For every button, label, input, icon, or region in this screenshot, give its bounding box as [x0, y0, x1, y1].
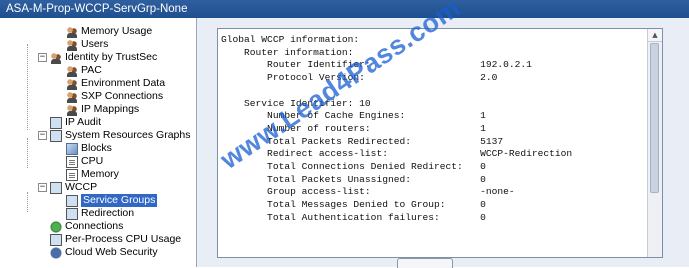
users-icon [50, 51, 62, 64]
users-icon [66, 90, 78, 103]
tree-item-blocks[interactable]: Blocks [66, 142, 112, 155]
tree-item-label: Environment Data [81, 77, 166, 89]
tree-guide-line [27, 138, 28, 168]
tree-item-wccp[interactable]: − WCCP [38, 181, 97, 194]
collapse-toggle[interactable]: − [38, 53, 47, 62]
tree-item-memory-usage[interactable]: Memory Usage [66, 25, 152, 38]
tree-item-label: Cloud Web Security [65, 246, 158, 258]
tree-item-label: Identity by TrustSec [65, 51, 158, 63]
tree-guide-line [27, 192, 28, 212]
connections-icon [50, 220, 62, 233]
blocks-icon [66, 142, 78, 155]
monitor-icon [50, 129, 62, 142]
graph-icon [66, 168, 78, 181]
tree-guide-line [27, 44, 28, 130]
navigation-tree[interactable]: Memory Usage Users − Identity by TrustSe… [0, 18, 197, 267]
tree-item-label: Connections [65, 220, 124, 232]
monitor-icon [50, 233, 62, 246]
tree-item-label: Service Groups [81, 194, 158, 207]
command-output-panel[interactable]: Global WCCP information: Router informat… [217, 28, 663, 258]
collapse-toggle[interactable]: − [38, 131, 47, 140]
scroll-up-icon[interactable]: ▲ [648, 29, 662, 42]
tree-item-label: PAC [81, 64, 102, 76]
tree-item-connections[interactable]: Connections [50, 220, 123, 233]
tree-item-ip-audit[interactable]: IP Audit [50, 116, 101, 129]
tree-item-label: Memory Usage [81, 25, 153, 37]
tree-item-label: Users [81, 38, 109, 50]
tree-item-label: Blocks [81, 142, 112, 154]
cloud-icon [50, 246, 62, 259]
users-icon [66, 38, 78, 51]
tree-item-label: System Resources Graphs [65, 129, 191, 141]
monitor-icon [66, 207, 78, 220]
tree-item-cloud-web-security[interactable]: Cloud Web Security [50, 246, 158, 259]
tree-item-ip-mappings[interactable]: IP Mappings [66, 103, 139, 116]
tree-item-sxp-connections[interactable]: SXP Connections [66, 90, 163, 103]
tree-item-identity-by-trustsec[interactable]: − Identity by TrustSec [38, 51, 157, 64]
monitor-icon [50, 181, 62, 194]
scrollbar-thumb[interactable] [650, 43, 659, 193]
users-icon [66, 77, 78, 90]
tree-item-label: IP Mappings [81, 103, 140, 115]
monitor-icon [50, 116, 62, 129]
tree-item-per-process-cpu-usage[interactable]: Per-Process CPU Usage [50, 233, 181, 246]
tree-item-label: CPU [81, 155, 104, 167]
users-icon [66, 64, 78, 77]
tree-item-service-groups[interactable]: Service Groups [66, 194, 158, 207]
window-title: ASA-M-Prop-WCCP-ServGrp-None [0, 0, 689, 18]
tree-item-system-resources-graphs[interactable]: − System Resources Graphs [38, 129, 190, 142]
vertical-scrollbar[interactable]: ▲ [647, 29, 662, 257]
tree-item-label: WCCP [65, 181, 98, 193]
tree-item-label: IP Audit [65, 116, 102, 128]
graph-icon [66, 155, 78, 168]
tree-item-users[interactable]: Users [66, 38, 108, 51]
tree-item-label: Memory [81, 168, 119, 180]
tree-item-label: Per-Process CPU Usage [65, 233, 182, 245]
tree-item-label: SXP Connections [81, 90, 164, 102]
tree-item-cpu[interactable]: CPU [66, 155, 103, 168]
monitor-icon [66, 194, 78, 207]
tree-item-redirection[interactable]: Redirection [66, 207, 134, 220]
tree-item-label: Redirection [81, 207, 135, 219]
tree-item-environment-data[interactable]: Environment Data [66, 77, 165, 90]
tree-item-memory[interactable]: Memory [66, 168, 119, 181]
tree-item-pac[interactable]: PAC [66, 64, 102, 77]
users-icon [66, 25, 78, 38]
collapse-toggle[interactable]: − [38, 183, 47, 192]
users-icon [66, 103, 78, 116]
